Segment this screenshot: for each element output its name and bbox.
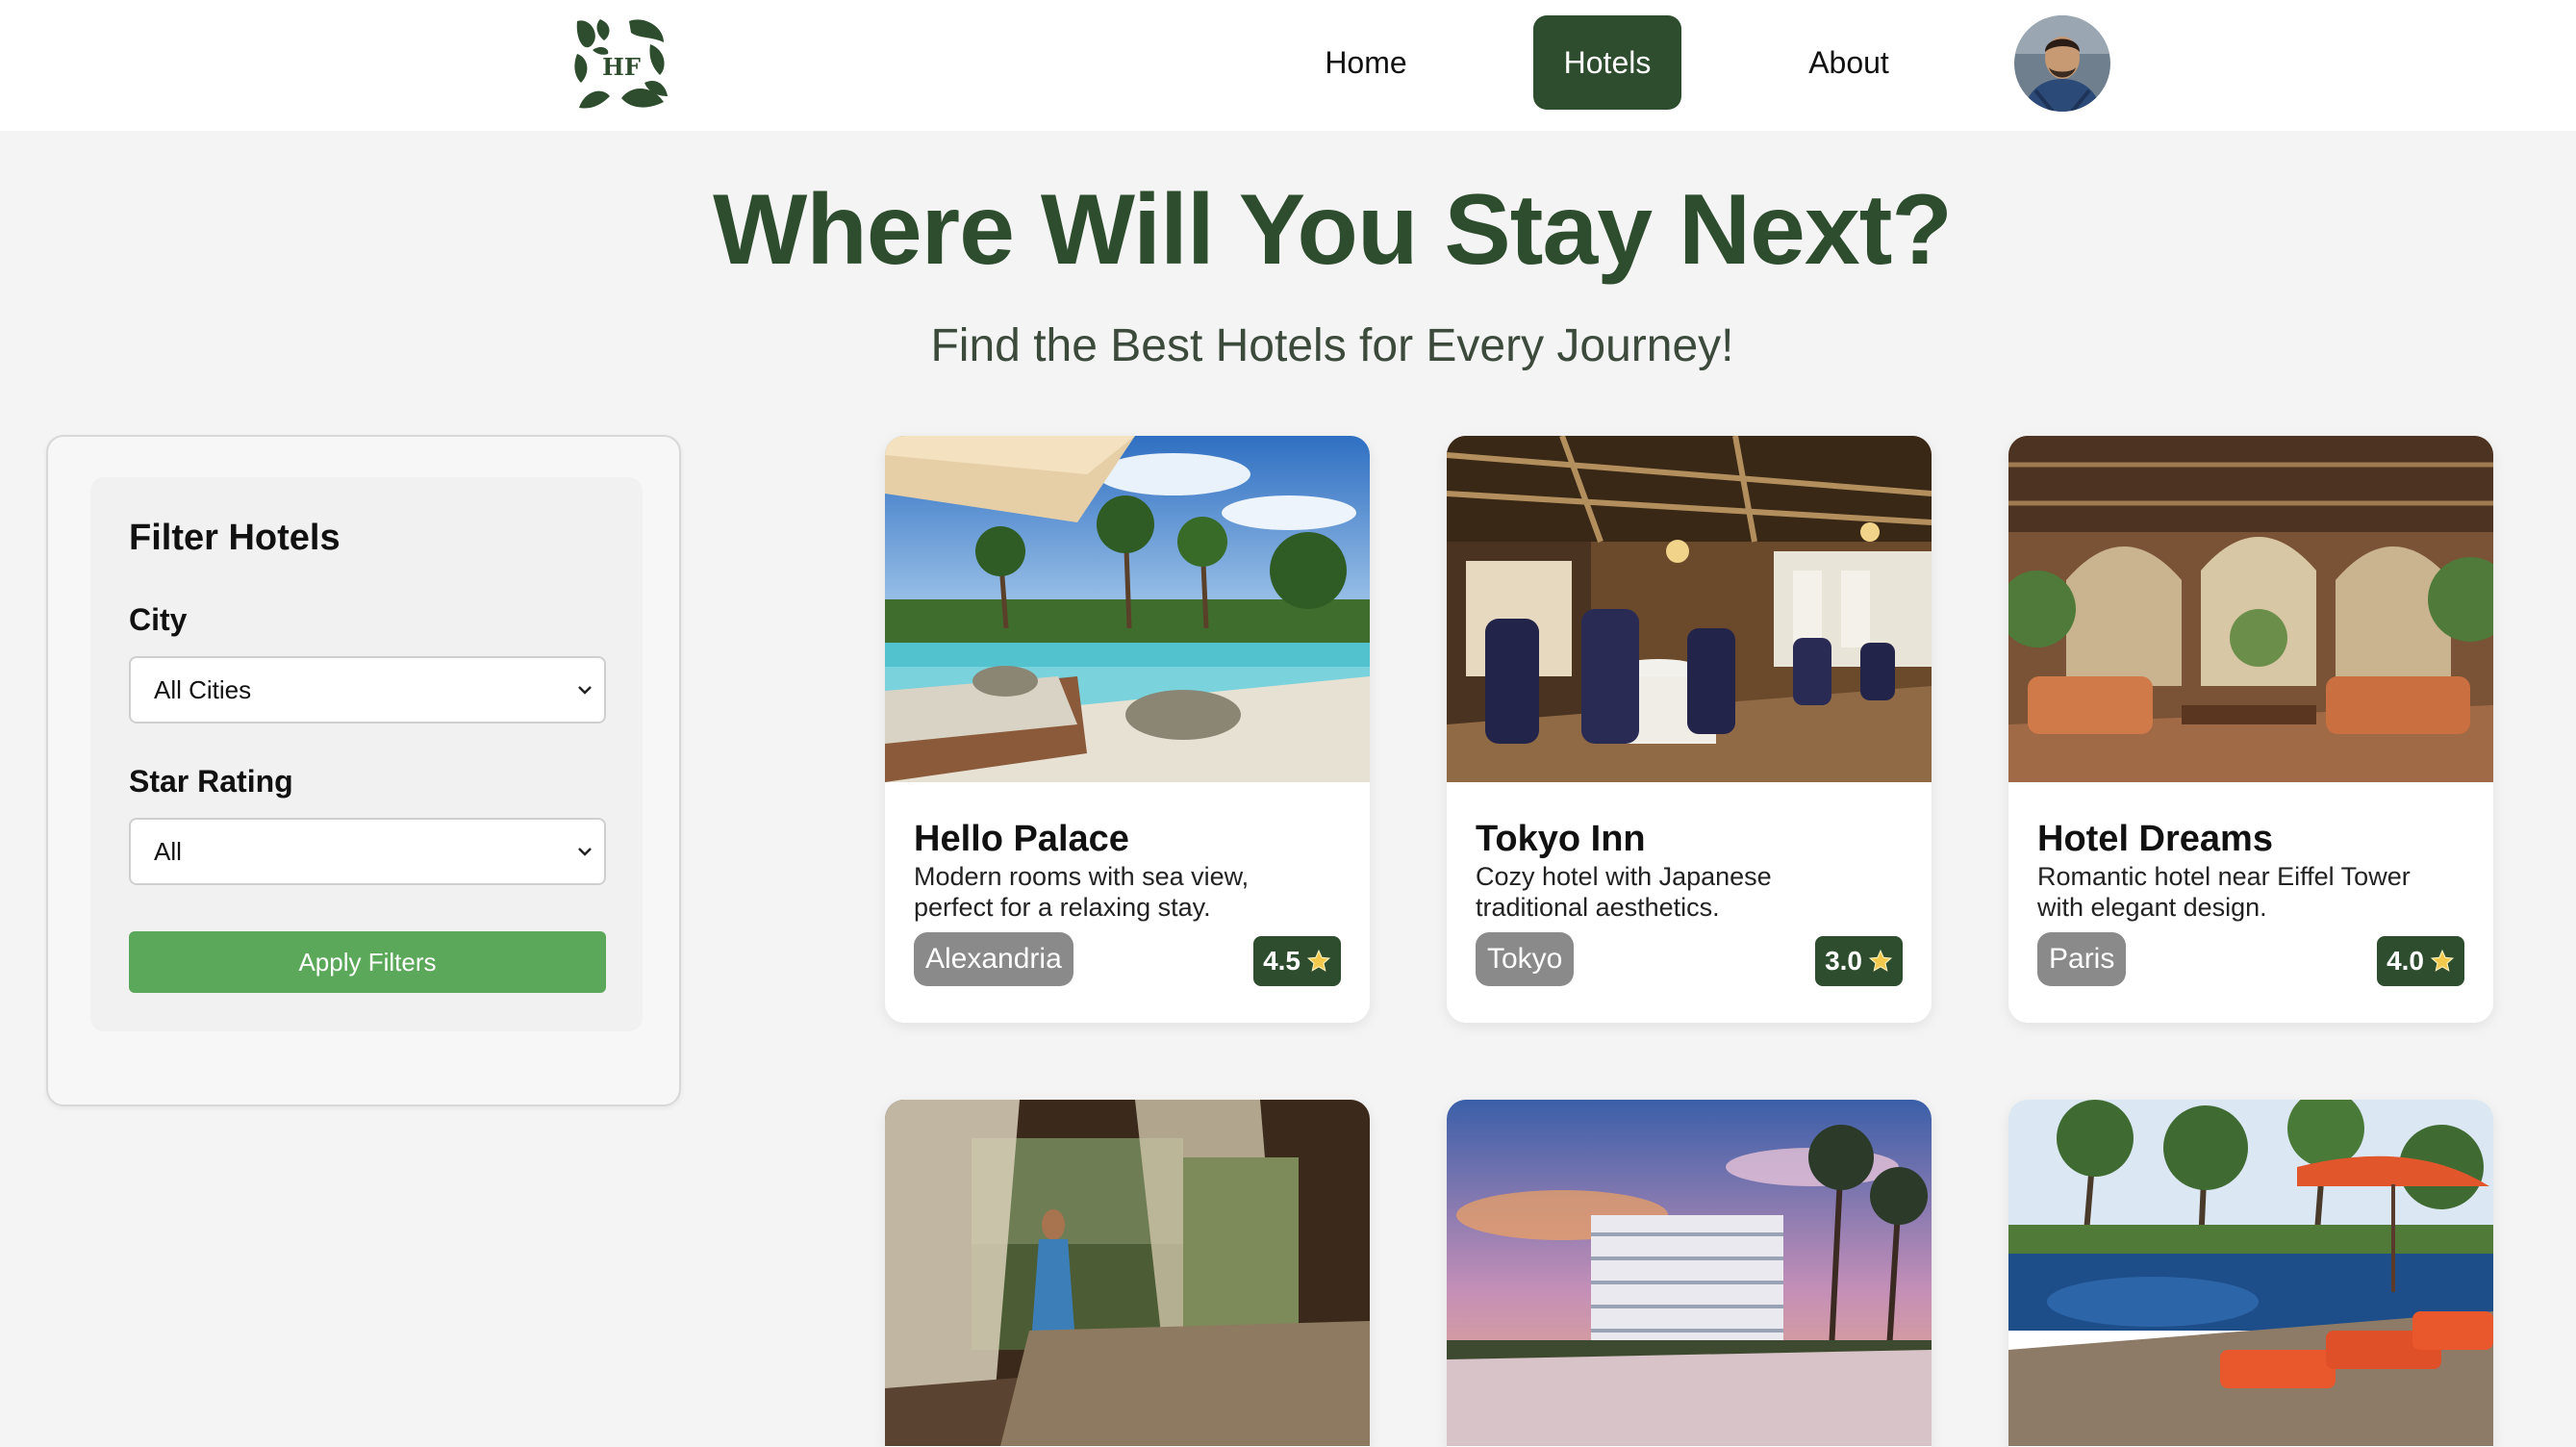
hotel-description: Romantic hotel near Eiffel Tower with el…: [2037, 862, 2411, 922]
hotel-name: Hello Palace: [914, 819, 1129, 859]
hotel-description: Modern rooms with sea view, perfect for …: [914, 862, 1250, 922]
nav-home-link[interactable]: Home: [1289, 15, 1443, 110]
hf-logo-icon[interactable]: HF: [571, 15, 671, 114]
hotel-image: [885, 436, 1370, 782]
hotel-image: [2008, 1100, 2493, 1446]
hotel-card[interactable]: [1447, 1100, 1932, 1447]
city-badge: Alexandria: [914, 932, 1073, 986]
card-body: Tokyo Inn Cozy hotel with Japanese tradi…: [1447, 782, 1932, 1023]
city-label: City: [129, 602, 188, 637]
city-select[interactable]: All Cities: [129, 656, 606, 724]
hotel-image: [1447, 1100, 1932, 1446]
star-rating-select[interactable]: All: [129, 818, 606, 885]
filter-title: Filter Hotels: [129, 518, 341, 558]
page-title: Where Will You Stay Next?: [713, 174, 1953, 286]
page-subtitle: Find the Best Hotels for Every Journey!: [930, 320, 1734, 371]
star-rating-label: Star Rating: [129, 764, 293, 799]
hotel-card[interactable]: Hotel Dreams Romantic hotel near Eiffel …: [2008, 436, 2493, 1023]
rating-badge: 4.5: [1253, 936, 1341, 986]
chevron-down-icon: [578, 848, 592, 856]
rating-badge: 3.0: [1815, 936, 1903, 986]
city-badge: Tokyo: [1476, 932, 1575, 986]
hotel-image: [2008, 436, 2493, 782]
logo-text: HF: [602, 53, 641, 81]
star-icon: [1868, 949, 1893, 972]
city-badge: Paris: [2037, 932, 2127, 986]
star-rating-select-value: All: [154, 836, 182, 866]
star-icon: [2430, 949, 2455, 972]
rating-value: 4.5: [1263, 946, 1301, 976]
hotel-image: [885, 1100, 1370, 1446]
avatar[interactable]: [2014, 15, 2110, 112]
nav-hotels-link[interactable]: Hotels: [1533, 15, 1681, 110]
card-body: Hello Palace Modern rooms with sea view,…: [885, 782, 1370, 1023]
city-select-value: All Cities: [154, 674, 252, 704]
hotel-description: Cozy hotel with Japanese traditional aes…: [1476, 862, 1772, 922]
filter-panel: Filter Hotels City All Cities Star Ratin…: [46, 435, 681, 1106]
hotel-image: [1447, 436, 1932, 782]
hotel-name: Tokyo Inn: [1476, 819, 1646, 859]
chevron-down-icon: [578, 686, 592, 695]
hotel-card[interactable]: Tokyo Inn Cozy hotel with Japanese tradi…: [1447, 436, 1932, 1023]
rating-badge: 4.0: [2377, 936, 2464, 986]
hotel-card[interactable]: [2008, 1100, 2493, 1447]
hotel-card[interactable]: Hello Palace Modern rooms with sea view,…: [885, 436, 1370, 1023]
star-icon: [1306, 949, 1331, 972]
nav-about-link[interactable]: About: [1770, 15, 1928, 110]
rating-value: 4.0: [2387, 946, 2424, 976]
rating-value: 3.0: [1825, 946, 1862, 976]
hotel-name: Hotel Dreams: [2037, 819, 2273, 859]
apply-filters-button[interactable]: Apply Filters: [129, 931, 606, 993]
navbar: HF Home Hotels About: [0, 0, 2576, 131]
card-body: Hotel Dreams Romantic hotel near Eiffel …: [2008, 782, 2493, 1023]
filter-form: Filter Hotels City All Cities Star Ratin…: [90, 477, 643, 1031]
hotel-card[interactable]: [885, 1100, 1370, 1447]
